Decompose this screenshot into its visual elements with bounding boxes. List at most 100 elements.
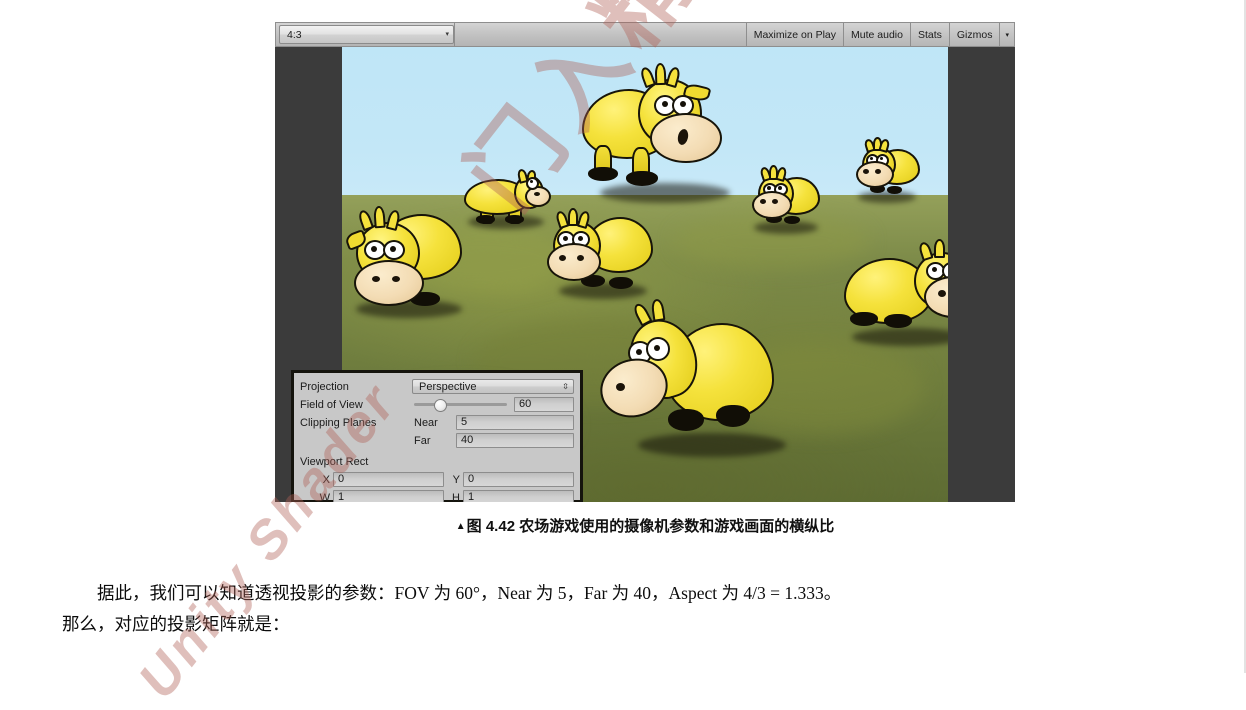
- game-view-render-area[interactable]: Projection Perspective ⇳ Field of View 6…: [275, 47, 1015, 502]
- cow-hoof: [588, 167, 618, 181]
- cow-horn: [934, 239, 945, 258]
- viewport-rect-row: Viewport Rect: [300, 453, 574, 470]
- viewport-h-input[interactable]: 1: [463, 490, 574, 502]
- cow-muzzle: [752, 191, 792, 219]
- far-input[interactable]: 40: [456, 433, 574, 448]
- cow-hoof: [668, 409, 704, 431]
- cow-character: [342, 202, 478, 322]
- cow-hoof: [850, 312, 878, 326]
- cow-hoof: [716, 405, 750, 427]
- body-text: 据此，我们可以知道透视投影的参数：FOV 为 60°，Near 为 5，Far …: [62, 578, 1192, 640]
- cow-character: [854, 135, 924, 207]
- cow-pupil: [778, 186, 782, 190]
- gizmos-button[interactable]: Gizmos: [948, 23, 1000, 46]
- field-of-view-input[interactable]: 60: [514, 397, 574, 412]
- cow-pupil: [654, 345, 660, 351]
- projection-dropdown[interactable]: Perspective ⇳: [412, 379, 574, 394]
- cow-nostril: [372, 276, 380, 282]
- viewport-xy-row: X 0 Y 0: [300, 471, 574, 488]
- cow-pupil: [767, 186, 771, 190]
- viewport-x-label: X: [322, 473, 330, 486]
- cow-hoof: [887, 186, 902, 194]
- field-of-view-row: Field of View 60: [300, 396, 574, 413]
- cow-hoof: [505, 215, 524, 224]
- viewport-h-label: H: [452, 491, 460, 503]
- cow-nostril: [772, 199, 778, 204]
- cow-nostril: [616, 383, 625, 391]
- clipping-planes-label: Clipping Planes: [300, 416, 377, 429]
- projection-row: Projection Perspective ⇳: [300, 378, 574, 395]
- cow-horn: [650, 298, 666, 322]
- viewport-y-label: Y: [452, 473, 460, 486]
- cow-pupil: [680, 101, 686, 107]
- figure-block: 4:3 ▾ Maximize on Play Mute audio Stats …: [275, 22, 1015, 502]
- game-view-toolbar: 4:3 ▾ Maximize on Play Mute audio Stats …: [275, 22, 1015, 47]
- cow-nostril: [534, 192, 540, 196]
- cow-pupil: [880, 157, 883, 160]
- cow-pupil: [390, 246, 396, 252]
- mute-audio-button[interactable]: Mute audio: [843, 23, 910, 46]
- near-input[interactable]: 5: [456, 415, 574, 430]
- cow-character: [572, 62, 742, 207]
- cow-character: [547, 207, 657, 303]
- maximize-on-play-button[interactable]: Maximize on Play: [745, 23, 843, 46]
- figure-caption: ▲图 4.42 农场游戏使用的摄像机参数和游戏画面的横纵比: [275, 515, 1015, 536]
- near-label: Near: [414, 416, 438, 429]
- cow-character: [750, 163, 826, 237]
- aspect-ratio-dropdown[interactable]: 4:3 ▾: [279, 25, 454, 44]
- viewport-x-input[interactable]: 0: [333, 472, 444, 487]
- cow-shadow: [600, 183, 730, 203]
- viewport-y-input[interactable]: 0: [463, 472, 574, 487]
- cow-pupil: [636, 349, 642, 355]
- cow-hoof: [884, 314, 912, 328]
- cow-nostril: [559, 255, 566, 261]
- paragraph-1: 据此，我们可以知道透视投影的参数：FOV 为 60°，Near 为 5，Far …: [97, 583, 842, 603]
- cow-nostril: [875, 169, 881, 174]
- projection-label: Projection: [300, 380, 349, 393]
- cow-pupil: [530, 180, 533, 183]
- cow-nostril: [392, 276, 400, 282]
- cow-horn: [373, 205, 386, 229]
- cow-pupil: [563, 236, 568, 241]
- viewport-wh-row: W 1 H 1: [300, 489, 574, 502]
- cow-horn: [356, 208, 375, 232]
- projection-value: Perspective: [419, 380, 477, 393]
- cow-character: [593, 297, 810, 477]
- chevron-down-icon: ▾: [445, 31, 449, 38]
- clipping-near-row: Clipping Planes Near 5: [300, 414, 574, 431]
- cow-muzzle: [856, 161, 894, 188]
- stats-button[interactable]: Stats: [909, 23, 949, 46]
- paragraph-2: 那么，对应的投影矩阵就是：: [62, 614, 290, 634]
- viewport-w-label: W: [319, 491, 330, 503]
- cow-pupil: [870, 157, 873, 160]
- cow-muzzle: [354, 260, 424, 306]
- cow-horn: [654, 62, 667, 86]
- cow-pupil: [932, 267, 937, 272]
- viewport-w-input[interactable]: 1: [333, 490, 444, 502]
- aspect-ratio-value: 4:3: [287, 28, 302, 41]
- camera-inspector-panel: Projection Perspective ⇳ Field of View 6…: [291, 370, 583, 502]
- cow-character: [842, 239, 948, 352]
- slider-handle[interactable]: [434, 399, 448, 412]
- cow-nostril: [760, 199, 766, 204]
- cow-horn: [917, 240, 934, 262]
- cow-nostril: [863, 169, 869, 174]
- slider-track: [414, 403, 507, 406]
- cow-shadow: [852, 328, 948, 346]
- caption-marker-icon: ▲: [455, 521, 466, 532]
- clipping-far-row: Far 40: [300, 432, 574, 449]
- cow-hoof: [476, 215, 495, 224]
- field-of-view-slider[interactable]: [412, 397, 509, 412]
- cow-shadow: [858, 191, 916, 203]
- cow-nostril: [938, 290, 946, 297]
- cow-hoof: [784, 216, 800, 224]
- cow-eye: [526, 177, 539, 190]
- far-label: Far: [414, 434, 431, 447]
- field-of-view-label: Field of View: [300, 398, 363, 411]
- cow-pupil: [662, 101, 668, 107]
- viewport-rect-label: Viewport Rect: [300, 455, 369, 468]
- cow-horn: [638, 65, 657, 89]
- gizmos-chevron-down-icon[interactable]: ▾: [999, 23, 1014, 46]
- cow-hoof: [626, 171, 658, 186]
